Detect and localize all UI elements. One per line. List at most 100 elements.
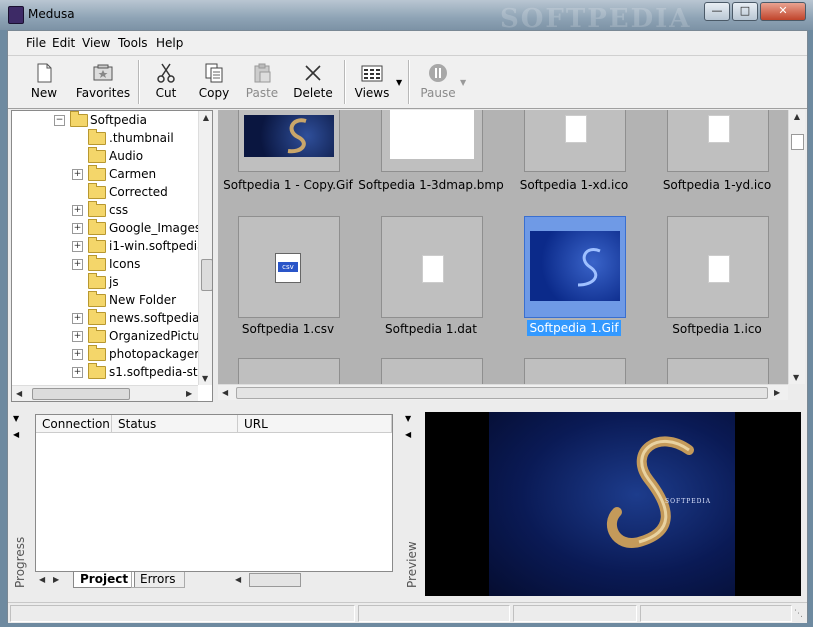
tree-item[interactable]: .thumbnail <box>12 129 197 147</box>
paste-label: Paste <box>245 86 279 100</box>
window-title: Medusa <box>28 7 75 21</box>
maximize-button[interactable]: □ <box>732 2 758 21</box>
csv-file-icon: csv <box>275 253 301 283</box>
file-thumbnail[interactable] <box>381 110 483 172</box>
minimize-button[interactable]: — <box>704 2 730 21</box>
tree-item[interactable]: + i1-win.softpedia <box>12 237 204 255</box>
tab-errors[interactable]: Errors <box>131 572 185 588</box>
tree-item[interactable]: + s1.softpedia-stat <box>12 363 210 381</box>
close-button[interactable]: ✕ <box>760 2 806 21</box>
tree-root-item[interactable]: − Softpedia <box>12 111 197 129</box>
file-thumbnail[interactable] <box>667 110 769 172</box>
file-thumbnail[interactable] <box>524 110 626 172</box>
menu-file[interactable]: File <box>26 36 46 50</box>
folder-tree[interactable]: − Softpedia .thumbnail Audio + Carmen Cor… <box>11 110 213 402</box>
menu-tools[interactable]: Tools <box>118 36 148 50</box>
expand-icon[interactable]: + <box>72 205 83 216</box>
expand-icon[interactable]: + <box>72 223 83 234</box>
menu-view[interactable]: View <box>82 36 110 50</box>
cut-button[interactable]: Cut <box>148 60 184 106</box>
scroll-down-icon[interactable]: ▼ <box>202 374 208 383</box>
scroll-thumb[interactable] <box>32 388 130 400</box>
tree-item[interactable]: Audio <box>12 147 197 165</box>
scroll-thumb[interactable] <box>791 134 804 150</box>
paste-button[interactable]: Paste <box>242 60 282 106</box>
scroll-up-icon[interactable]: ▲ <box>789 112 805 121</box>
tree-item[interactable]: + Carmen <box>12 165 197 183</box>
progress-tab-strip: ◀ ▶ Project Errors ◀ <box>35 572 391 588</box>
folder-icon <box>88 363 106 379</box>
copy-button[interactable]: Copy <box>196 60 232 106</box>
tree-item[interactable]: Corrected <box>12 183 197 201</box>
scroll-left-icon[interactable]: ◀ <box>16 389 22 398</box>
tree-item[interactable]: + news.softpedia.c <box>12 309 210 327</box>
panel-collapse-icon[interactable]: ▼ <box>405 414 411 423</box>
scroll-thumb[interactable] <box>236 387 768 399</box>
thumbs-horizontal-scrollbar[interactable]: ◀ ▶ <box>218 384 788 400</box>
expand-icon[interactable]: + <box>72 259 83 270</box>
favorites-label: Favorites <box>75 86 131 100</box>
expand-icon[interactable]: + <box>72 349 83 360</box>
panel-collapse-icon[interactable]: ▼ <box>13 414 19 423</box>
tab-scroll-right-icon[interactable]: ▶ <box>53 575 59 584</box>
menu-edit[interactable]: Edit <box>52 36 75 50</box>
folder-icon <box>88 345 106 361</box>
favorites-icon <box>93 64 113 81</box>
panel-left-icon[interactable]: ◀ <box>13 430 19 439</box>
column-header-url[interactable]: URL <box>238 415 392 433</box>
document-icon <box>708 115 730 143</box>
expand-icon[interactable]: + <box>72 331 83 342</box>
pause-button[interactable]: Pause <box>418 60 458 106</box>
file-caption: Softpedia 1.dat <box>385 322 477 336</box>
tree-item[interactable]: + OrganizedPictur <box>12 327 205 345</box>
connection-list[interactable]: Connection Status URL <box>35 414 393 572</box>
scroll-right-icon[interactable]: ▶ <box>186 389 192 398</box>
tree-item[interactable]: New Folder <box>12 291 197 309</box>
expand-icon[interactable]: + <box>72 313 83 324</box>
tree-item[interactable]: + Icons <box>12 255 197 273</box>
scroll-thumb[interactable] <box>249 573 301 587</box>
thumbs-vertical-scrollbar[interactable]: ▲ ▼ <box>788 110 805 384</box>
favorites-button[interactable]: Favorites <box>74 60 132 106</box>
scroll-left-icon[interactable]: ◀ <box>235 575 241 584</box>
tree-horizontal-scrollbar[interactable]: ◀ ▶ <box>12 385 198 401</box>
tab-scroll-left-icon[interactable]: ◀ <box>39 575 45 584</box>
status-cell <box>10 605 355 622</box>
tree-vertical-scrollbar[interactable]: ▲ ▼ <box>198 111 212 385</box>
resize-grip-icon[interactable]: ⋱ <box>794 609 803 619</box>
file-thumbnail[interactable] <box>238 110 340 172</box>
scroll-down-icon[interactable]: ▼ <box>793 373 799 382</box>
column-header-connection[interactable]: Connection <box>36 415 112 433</box>
scroll-up-icon[interactable]: ▲ <box>199 113 212 122</box>
expand-icon[interactable]: + <box>72 367 83 378</box>
file-thumbnail[interactable]: csv <box>238 216 340 318</box>
folder-icon <box>88 273 106 289</box>
tab-project[interactable]: Project <box>73 572 136 588</box>
tree-item[interactable]: js <box>12 273 197 291</box>
file-thumbnail[interactable] <box>381 216 483 318</box>
expand-icon[interactable]: + <box>72 241 83 252</box>
tree-item-label: Corrected <box>109 185 168 199</box>
pause-dropdown-arrow-icon[interactable]: ▼ <box>460 78 466 87</box>
scroll-right-icon[interactable]: ▶ <box>774 388 780 397</box>
collapse-icon[interactable]: − <box>54 115 65 126</box>
scroll-thumb[interactable] <box>201 259 212 291</box>
panel-left-icon[interactable]: ◀ <box>405 430 411 439</box>
new-button[interactable]: New <box>22 60 66 106</box>
column-header-status[interactable]: Status <box>112 415 238 433</box>
tree-item[interactable]: + css <box>12 201 197 219</box>
tree-item[interactable]: + Google_Images- <box>12 219 205 237</box>
folder-icon <box>88 201 106 217</box>
views-button[interactable]: Views <box>352 60 392 106</box>
file-thumbnail[interactable] <box>667 216 769 318</box>
menu-help[interactable]: Help <box>156 36 183 50</box>
views-dropdown-arrow-icon[interactable]: ▼ <box>396 78 402 87</box>
expand-icon[interactable]: + <box>72 169 83 180</box>
folder-icon <box>88 165 106 181</box>
preview-image-content: SOFTPEDIA <box>489 412 735 596</box>
file-thumbnail-selected[interactable] <box>524 216 626 318</box>
tree-item[interactable]: + photopackager <box>12 345 199 363</box>
thumbnail-view[interactable]: Softpedia 1 - Copy.Gif Softpedia 1-3dmap… <box>218 110 788 400</box>
delete-button[interactable]: Delete <box>292 60 334 106</box>
scroll-left-icon[interactable]: ◀ <box>222 388 228 397</box>
